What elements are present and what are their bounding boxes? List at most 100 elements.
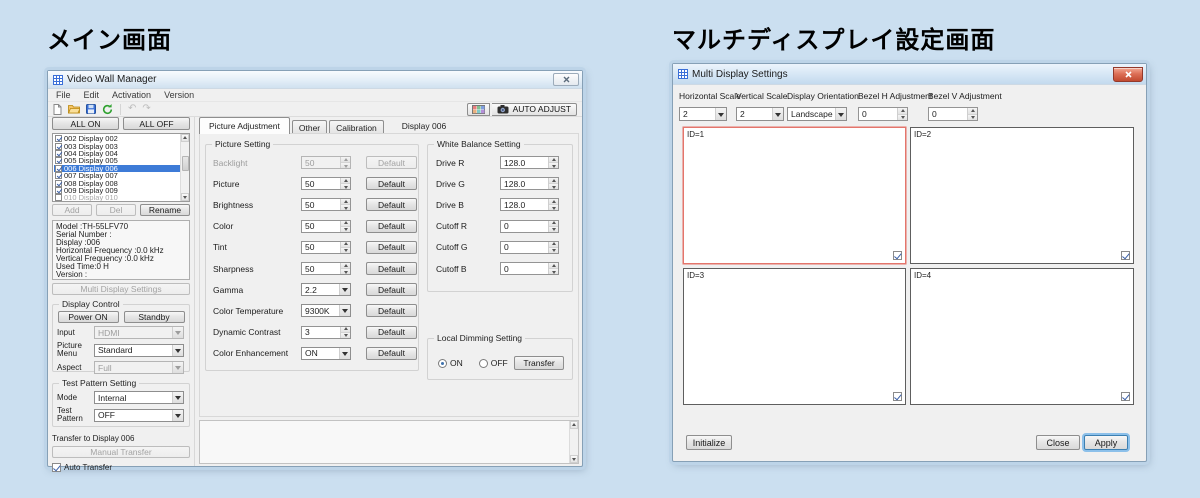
add-button[interactable]: Add — [52, 204, 92, 216]
vwm-titlebar[interactable]: Video Wall Manager — [48, 71, 582, 89]
display-checkbox[interactable] — [55, 172, 62, 180]
brightness-default-button[interactable]: Default — [366, 198, 417, 212]
backlight-spinner[interactable]: 50 — [301, 156, 351, 170]
drive-b-spinner[interactable]: 128.0 — [500, 198, 559, 212]
close-button[interactable]: Close — [1036, 435, 1080, 450]
display-orientation-select[interactable]: Landscape — [787, 107, 847, 121]
dynamic-contrast-spinner[interactable]: 3 — [301, 325, 351, 339]
auto-adjust-button[interactable]: AUTO ADJUST — [491, 102, 577, 116]
horizontal-scale-select[interactable]: 2 — [679, 107, 727, 121]
panel-checkbox[interactable] — [1121, 251, 1130, 260]
spinner-arrows[interactable] — [340, 199, 350, 211]
local-dimming-on-radio[interactable] — [438, 358, 447, 368]
color-default-button[interactable]: Default — [366, 219, 417, 233]
spinner-arrows[interactable] — [548, 199, 558, 211]
color-enhancement-default-button[interactable]: Default — [366, 346, 417, 360]
display-list[interactable]: 002 Display 002 003 Display 003 004 Disp… — [52, 133, 190, 202]
redo-icon[interactable]: ↷ — [142, 104, 150, 114]
display-checkbox[interactable] — [55, 186, 62, 194]
color-temperature-default-button[interactable]: Default — [366, 304, 417, 318]
bezel-v-spinner[interactable]: 0 — [928, 107, 978, 121]
cutoff-b-spinner[interactable]: 0 — [500, 262, 559, 276]
gamma-default-button[interactable]: Default — [366, 283, 417, 297]
sharpness-spinner[interactable]: 50 — [301, 262, 351, 276]
display-checkbox[interactable] — [55, 149, 62, 157]
display-checkbox[interactable] — [55, 194, 62, 201]
multi-display-settings-button[interactable]: Multi Display Settings — [52, 283, 190, 295]
cutoff-g-spinner[interactable]: 0 — [500, 240, 559, 254]
spinner-arrows[interactable] — [548, 241, 558, 253]
spinner-arrows[interactable] — [340, 326, 350, 338]
apply-button[interactable]: Apply — [1084, 435, 1128, 450]
tab-other[interactable]: Other — [291, 120, 328, 134]
refresh-icon[interactable] — [102, 103, 113, 115]
open-file-icon[interactable] — [68, 104, 80, 114]
input-select[interactable]: HDMI — [94, 326, 184, 339]
picture-menu-select[interactable]: Standard — [94, 343, 184, 357]
scrollbar-thumb[interactable] — [181, 156, 189, 171]
drive-r-spinner[interactable]: 128.0 — [500, 156, 559, 170]
spinner-arrows[interactable] — [340, 178, 350, 190]
menu-version[interactable]: Version — [164, 90, 194, 100]
undo-icon[interactable]: ↶ — [128, 104, 136, 114]
cutoff-r-spinner[interactable]: 0 — [500, 219, 559, 233]
dynamic-contrast-default-button[interactable]: Default — [366, 325, 417, 339]
display-panel-2[interactable]: ID=2 — [910, 127, 1134, 264]
all-on-button[interactable]: ALL ON — [52, 117, 119, 130]
scroll-down-icon[interactable] — [181, 193, 189, 201]
menu-edit[interactable]: Edit — [84, 90, 100, 100]
log-area[interactable] — [199, 420, 579, 464]
display-list-item[interactable]: 010 Display 010 — [54, 193, 180, 201]
display-checkbox[interactable] — [55, 164, 62, 172]
display-panel-1[interactable]: ID=1 — [683, 127, 906, 264]
spinner-arrows[interactable] — [897, 108, 907, 120]
del-button[interactable]: Del — [96, 204, 136, 216]
panel-checkbox[interactable] — [893, 392, 902, 401]
local-dimming-transfer-button[interactable]: Transfer — [514, 356, 564, 370]
mode-select[interactable]: Internal — [94, 391, 184, 404]
picture-default-button[interactable]: Default — [366, 177, 417, 191]
bezel-h-spinner[interactable]: 0 — [858, 107, 908, 121]
sharpness-default-button[interactable]: Default — [366, 262, 417, 276]
color-temperature-select[interactable]: 9300K — [301, 304, 351, 318]
standby-button[interactable]: Standby — [123, 311, 185, 323]
auto-transfer-checkbox[interactable] — [52, 463, 61, 472]
tab-calibration[interactable]: Calibration — [329, 120, 384, 134]
display-checkbox[interactable] — [55, 179, 62, 187]
display-checkbox[interactable] — [55, 135, 62, 143]
manual-transfer-button[interactable]: Manual Transfer — [52, 446, 190, 458]
display-panel-3[interactable]: ID=3 — [683, 268, 906, 405]
mds-close-button[interactable] — [1113, 66, 1143, 82]
spinner-arrows[interactable] — [548, 220, 558, 232]
backlight-default-button[interactable]: Default — [366, 156, 417, 170]
panel-checkbox[interactable] — [1121, 392, 1130, 401]
tint-spinner[interactable]: 50 — [301, 240, 351, 254]
menu-activation[interactable]: Activation — [112, 90, 151, 100]
drive-g-spinner[interactable]: 128.0 — [500, 177, 559, 191]
list-scrollbar[interactable] — [180, 134, 189, 201]
mds-titlebar[interactable]: Multi Display Settings — [673, 64, 1146, 85]
vwm-close-button[interactable] — [553, 73, 579, 86]
spinner-arrows[interactable] — [340, 220, 350, 232]
initialize-button[interactable]: Initialize — [686, 435, 732, 450]
spinner-arrows[interactable] — [967, 108, 977, 120]
color-enhancement-select[interactable]: ON — [301, 346, 351, 360]
spinner-arrows[interactable] — [548, 263, 558, 275]
save-icon[interactable] — [86, 104, 96, 114]
tab-picture-adjustment[interactable]: Picture Adjustment — [199, 117, 290, 134]
panel-checkbox[interactable] — [893, 251, 902, 260]
spinner-arrows[interactable] — [340, 157, 350, 169]
new-file-icon[interactable] — [53, 103, 62, 115]
rename-button[interactable]: Rename — [140, 204, 190, 216]
tint-default-button[interactable]: Default — [366, 240, 417, 254]
all-off-button[interactable]: ALL OFF — [123, 117, 190, 130]
display-checkbox[interactable] — [55, 157, 62, 165]
scroll-up-icon[interactable] — [181, 134, 189, 142]
brightness-spinner[interactable]: 50 — [301, 198, 351, 212]
aspect-select[interactable]: Full — [94, 361, 184, 374]
power-on-button[interactable]: Power ON — [57, 311, 119, 323]
scroll-up-icon[interactable] — [570, 421, 578, 429]
log-scrollbar[interactable] — [569, 421, 578, 463]
gamma-select[interactable]: 2.2 — [301, 283, 351, 297]
color-spinner[interactable]: 50 — [301, 219, 351, 233]
